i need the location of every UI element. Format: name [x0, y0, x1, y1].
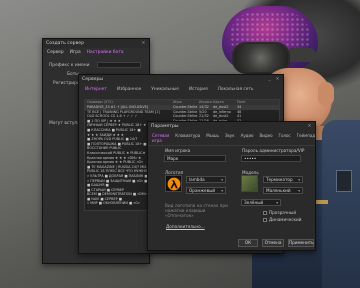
- admin-password-label: Пароль администратора/VIP: [242, 148, 305, 153]
- params-window: Параметры ✕ Сетевая игра Клавиатура Мышь…: [147, 121, 316, 251]
- lambda-icon: [167, 177, 180, 190]
- params-title: Параметры: [151, 124, 179, 129]
- transparent-checkbox[interactable]: Прозрачный: [263, 210, 296, 215]
- params-titlebar[interactable]: Параметры ✕: [148, 122, 315, 131]
- logo-hint: Вид логотипа на стенах при нажатии клави…: [165, 203, 228, 218]
- close-icon[interactable]: ✕: [275, 77, 280, 82]
- advanced-link[interactable]: Дополнительно...: [166, 224, 205, 229]
- tab-keyboard[interactable]: Клавиатура: [175, 133, 200, 143]
- player-name-input[interactable]: Марк: [164, 155, 226, 162]
- close-icon[interactable]: ✕: [307, 124, 312, 129]
- close-icon[interactable]: ✕: [141, 41, 146, 46]
- model-color-select[interactable]: Зелёный ▾: [241, 199, 281, 206]
- tab-audio[interactable]: Аудио: [241, 133, 254, 143]
- field-label-prefix: Префикс к имени: [49, 63, 90, 68]
- chevron-down-icon: ▾: [276, 201, 278, 205]
- character-ear: [318, 82, 334, 106]
- chevron-down-icon: ▾: [221, 189, 223, 193]
- model-color-value: Зелёный: [244, 200, 264, 205]
- logo-select-value: lambda: [189, 177, 205, 182]
- cancel-button[interactable]: Отмена: [262, 239, 284, 247]
- model-preview: [241, 175, 258, 192]
- servers-titlebar[interactable]: Серверы _ ✕: [79, 75, 283, 84]
- logo-color-value: Оранжевый: [189, 188, 216, 193]
- ok-button[interactable]: ОК: [238, 239, 258, 247]
- desktop: Создать сервер ✕ Сервер Игра Настройки б…: [0, 0, 360, 288]
- dynamic-checkbox[interactable]: Динамический: [263, 217, 302, 222]
- model-size-value: Маленький: [266, 188, 291, 193]
- character-arm: [322, 120, 360, 288]
- shoulder-patch: [336, 170, 352, 192]
- create-server-titlebar[interactable]: Создать сервер ✕: [43, 39, 149, 48]
- apply-button[interactable]: Применить: [288, 239, 314, 247]
- field-label-bots: Боты: [67, 72, 79, 77]
- transparent-checkbox-label: Прозрачный: [269, 210, 297, 215]
- lambda-logo-preview: [165, 175, 182, 192]
- dynamic-checkbox-label: Динамический: [269, 217, 302, 222]
- params-tabs: Сетевая игра Клавиатура Мышь Звук Аудио …: [148, 131, 315, 146]
- logo-select[interactable]: lambda ▾: [186, 176, 226, 183]
- create-server-title: Создать сервер: [46, 41, 85, 46]
- goggle-strap: [286, 48, 316, 62]
- menu-item-server[interactable]: Сервер: [47, 50, 64, 55]
- tab-favorites[interactable]: Избранное: [117, 87, 141, 92]
- chevron-down-icon: ▾: [298, 189, 300, 193]
- tab-history[interactable]: История: [189, 87, 208, 92]
- player-name-label: Имя игрока: [165, 148, 191, 153]
- minimize-icon[interactable]: _: [267, 77, 272, 82]
- tab-multiplayer[interactable]: Сетевая игра: [152, 133, 169, 143]
- tab-mouse[interactable]: Мышь: [206, 133, 219, 143]
- tab-internet[interactable]: Интернет: [85, 87, 107, 92]
- admin-password-input[interactable]: •••••: [241, 155, 301, 162]
- tab-lan[interactable]: Локальная сеть: [218, 87, 254, 92]
- servers-tabs: Интернет Избранное Уникальные История Ло…: [79, 84, 283, 95]
- checkbox-icon: [263, 210, 267, 215]
- servers-title: Серверы: [82, 77, 104, 82]
- tab-sound[interactable]: Звук: [225, 133, 235, 143]
- model-size-select[interactable]: Маленький ▾: [263, 187, 303, 194]
- model-select[interactable]: Терминатор ▾: [263, 176, 303, 183]
- create-server-menu: Сервер Игра Настройки бота: [43, 48, 149, 57]
- chevron-down-icon: ▾: [298, 178, 300, 182]
- tab-video[interactable]: Видео: [260, 133, 273, 143]
- checkbox-icon: [263, 217, 267, 222]
- tab-gamepad[interactable]: Геймпад: [297, 133, 315, 143]
- model-select-value: Терминатор: [266, 177, 293, 182]
- menu-item-game[interactable]: Игра: [70, 50, 81, 55]
- chevron-down-icon: ▾: [221, 178, 223, 182]
- logo-color-select[interactable]: Оранжевый ▾: [186, 187, 226, 194]
- prefix-input[interactable]: [97, 62, 141, 68]
- tab-unique[interactable]: Уникальные: [151, 87, 179, 92]
- tab-voice[interactable]: Голос: [279, 133, 291, 143]
- menu-item-bot-settings[interactable]: Настройки бота: [87, 50, 124, 55]
